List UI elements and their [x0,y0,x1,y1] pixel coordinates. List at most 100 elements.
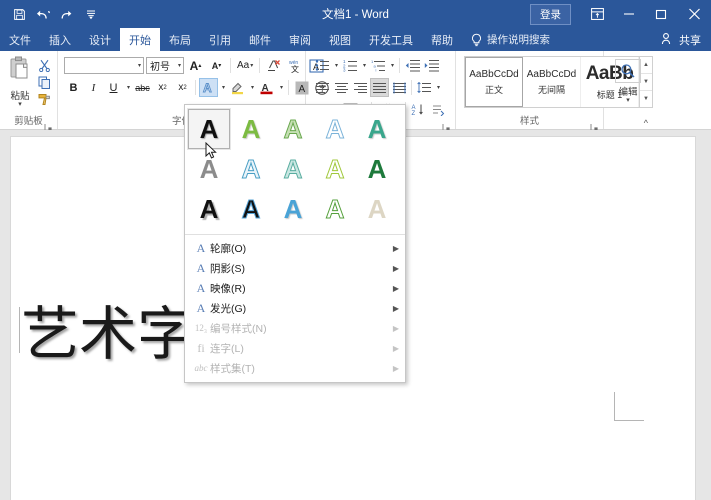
align-left-icon[interactable] [313,78,331,97]
styles-body: AaBbCcDd 正文 AaBbCcDd 无间隔 AaBb 标题 1 ▲ ▼ [456,53,603,115]
tab-review[interactable]: 审阅 [280,28,320,51]
subscript-icon[interactable]: x2 [153,78,172,97]
tab-insert[interactable]: 插入 [40,28,80,51]
submenu-arrow-icon: ▶ [393,364,399,373]
align-right-icon[interactable] [351,78,369,97]
reflection-icon: A [192,281,210,296]
bold-icon[interactable]: B [64,78,83,97]
menu-item-glow[interactable]: A 发光(G) ▶ [185,298,405,318]
tab-layout[interactable]: 布局 [160,28,200,51]
font-name-input[interactable]: ▾ [64,57,144,74]
change-case-icon[interactable]: Aa▾ [235,56,255,75]
tab-mailings[interactable]: 邮件 [240,28,280,51]
wordart-style-8[interactable]: A [272,149,314,189]
numbering-icon[interactable]: 123 [341,56,359,75]
text-effects-icon[interactable]: A [199,78,218,97]
clear-formatting-icon[interactable] [264,56,283,75]
tell-me-search[interactable]: 操作说明搜索 [470,28,550,51]
format-painter-icon[interactable] [36,92,53,107]
multilevel-list-icon[interactable]: 1ai [369,56,387,75]
ribbon-display-options-icon[interactable] [581,0,613,28]
undo-icon[interactable] [32,3,54,25]
justify-icon[interactable] [370,78,389,97]
bullets-icon[interactable] [313,56,331,75]
style-item-normal[interactable]: AaBbCcDd 正文 [465,57,523,107]
paste-caret[interactable]: ▾ [18,102,22,108]
wordart-style-11[interactable]: A [188,189,230,229]
wordart-style-9[interactable]: A [314,149,356,189]
close-icon[interactable] [677,0,711,28]
wordart-style-13[interactable]: A [272,189,314,229]
font-size-input[interactable]: 初号 ▾ [146,57,184,74]
underline-icon[interactable]: U [104,78,123,97]
increase-indent-icon[interactable] [422,56,440,75]
submenu-arrow-icon: ▶ [393,284,399,293]
highlight-caret-icon[interactable]: ▾ [248,78,256,97]
phonetic-guide-icon[interactable]: wén文 [285,56,305,75]
italic-icon[interactable]: I [84,78,103,97]
wordart-style-14[interactable]: A [314,189,356,229]
wordart-style-7[interactable]: A [230,149,272,189]
distribute-icon[interactable] [390,78,408,97]
tab-view[interactable]: 视图 [320,28,360,51]
document-body-text[interactable]: 艺术字 [21,287,195,371]
copy-icon[interactable] [36,75,53,90]
tab-help[interactable]: 帮助 [422,28,462,51]
menu-item-shadow[interactable]: A 阴影(S) ▶ [185,258,405,278]
bullets-caret-icon[interactable]: ▾ [332,56,340,75]
word-window: 文档1 - Word 登录 文件 插入 设计 开始 布局 引用 邮件 审阅 视图 [0,0,711,500]
menu-item-reflection[interactable]: A 映像(R) ▶ [185,278,405,298]
save-icon[interactable] [8,3,30,25]
wordart-style-2[interactable]: A [230,109,272,149]
font-color-icon[interactable]: A [257,78,276,97]
cut-icon[interactable] [36,58,53,73]
sort-icon[interactable]: AZ [409,100,427,119]
customize-qat-icon[interactable] [80,3,102,25]
wordart-style-5[interactable]: A [356,109,398,149]
shrink-font-icon[interactable]: A▾ [207,56,226,75]
font-size-caret-icon[interactable]: ▾ [177,62,181,69]
underline-caret-icon[interactable]: ▾ [124,78,132,97]
tab-home[interactable]: 开始 [120,28,160,51]
font-color-caret-icon[interactable]: ▾ [277,78,285,97]
submenu-arrow-icon: ▶ [393,324,399,333]
minimize-icon[interactable] [613,0,645,28]
multilevel-caret-icon[interactable]: ▾ [388,56,396,75]
strikethrough-icon[interactable]: abc [133,78,152,97]
editing-button[interactable]: 编辑 ▾ [608,53,648,104]
svg-text:A: A [298,84,305,95]
paragraph-mark-icon[interactable] [428,100,446,119]
paste-button[interactable]: 粘贴 ▾ [4,55,36,108]
tab-design[interactable]: 设计 [80,28,120,51]
tab-file[interactable]: 文件 [0,28,40,51]
line-spacing-caret-icon[interactable]: ▾ [434,78,442,97]
style-item-no-spacing[interactable]: AaBbCcDd 无间隔 [523,57,581,107]
share-button[interactable]: 共享 [661,28,711,51]
menu-item-outline[interactable]: A 轮廓(O) ▶ [185,238,405,258]
styles-dialog-launcher-icon[interactable] [590,119,599,128]
line-spacing-icon[interactable] [415,78,433,97]
redo-icon[interactable] [56,3,78,25]
tab-developer[interactable]: 开发工具 [360,28,422,51]
font-name-caret-icon[interactable]: ▾ [137,62,141,69]
paragraph-dialog-launcher-icon[interactable] [442,119,451,128]
numbering-caret-icon[interactable]: ▾ [360,56,368,75]
maximize-icon[interactable] [645,0,677,28]
decrease-indent-icon[interactable] [403,56,421,75]
editing-caret[interactable]: ▾ [626,98,630,104]
wordart-style-3[interactable]: A [272,109,314,149]
collapse-ribbon-icon[interactable]: ^ [644,118,648,128]
wordart-style-15[interactable]: A [356,189,398,229]
wordart-style-10[interactable]: A [356,149,398,189]
wordart-style-4[interactable]: A [314,109,356,149]
clipboard-dialog-launcher-icon[interactable] [44,119,53,128]
wordart-style-12[interactable]: A [230,189,272,229]
tab-references[interactable]: 引用 [200,28,240,51]
signin-button[interactable]: 登录 [530,4,571,25]
text-highlight-color-icon[interactable] [228,78,247,97]
superscript-icon[interactable]: x2 [173,78,192,97]
align-center-icon[interactable] [332,78,350,97]
ribbon-group-styles: AaBbCcDd 正文 AaBbCcDd 无间隔 AaBb 标题 1 ▲ ▼ [456,51,604,129]
grow-font-icon[interactable]: A▴ [186,56,205,75]
text-effects-caret-icon[interactable]: ▾ [219,78,227,97]
